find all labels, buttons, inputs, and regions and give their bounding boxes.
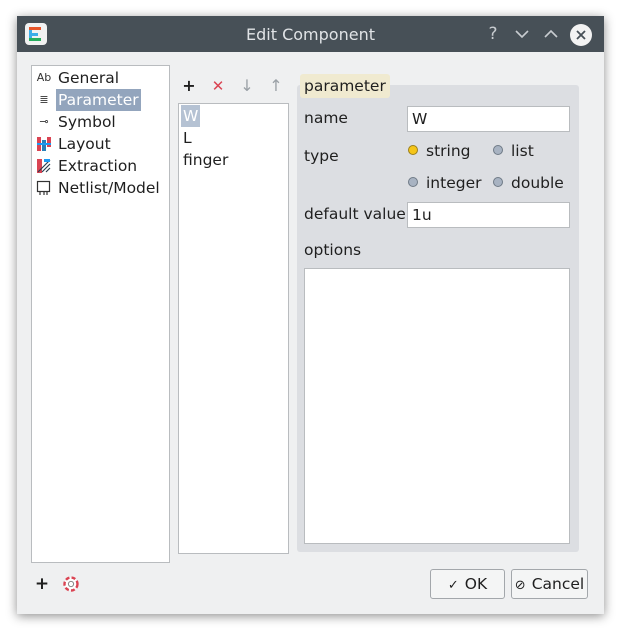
options-label: options	[304, 241, 362, 259]
name-label: name	[304, 109, 348, 127]
extraction-icon	[36, 157, 52, 175]
radio-indicator	[408, 145, 418, 155]
close-icon[interactable]	[570, 24, 592, 46]
sidebar-item-label: Extraction	[58, 157, 138, 175]
sidebar-item-label: Netlist/Model	[58, 179, 160, 197]
help-icon[interactable]: ?	[481, 22, 505, 46]
remove-parameter-button[interactable]: ✕	[208, 75, 228, 97]
add-parameter-button[interactable]: +	[179, 75, 199, 97]
ok-button[interactable]: ✓ OK	[430, 569, 505, 599]
check-icon: ✓	[447, 578, 459, 593]
cancel-label: Cancel	[531, 575, 585, 593]
move-down-button[interactable]: ↓	[237, 75, 257, 97]
list-lines-icon: ≣	[39, 93, 49, 106]
radio-indicator	[493, 145, 503, 155]
cancel-icon: ⊘	[514, 578, 526, 593]
lifebuoy-icon[interactable]	[61, 573, 81, 595]
maximize-icon[interactable]	[539, 22, 563, 46]
options-textarea[interactable]	[304, 268, 570, 544]
category-list[interactable]: Ab General ≣ Parameter ⊸ Symbol Layout E…	[31, 65, 170, 563]
radio-label: double	[511, 174, 564, 192]
symbol-icon: ⊸	[39, 115, 49, 128]
sidebar-item-label: Parameter	[56, 89, 141, 111]
list-item[interactable]: finger	[181, 149, 230, 171]
default-value-label: default value	[304, 205, 406, 223]
title-bar[interactable]: Edit Component ?	[17, 16, 604, 52]
move-up-button[interactable]: ↑	[266, 75, 286, 97]
sidebar-item-label: Layout	[58, 135, 111, 153]
layout-icon	[36, 135, 52, 153]
ok-label: OK	[464, 575, 488, 593]
list-item[interactable]: W	[181, 105, 201, 127]
name-field[interactable]: W	[407, 106, 570, 132]
list-item[interactable]: L	[181, 127, 194, 149]
radio-label: list	[511, 142, 534, 160]
text-ab-icon: Ab	[36, 71, 52, 84]
sidebar-item-label: General	[58, 69, 120, 87]
radio-indicator	[493, 177, 503, 187]
parameter-group-title: parameter	[300, 74, 390, 98]
radio-label: string	[426, 142, 471, 160]
cancel-button[interactable]: ⊘ Cancel	[511, 569, 588, 599]
default-value-field[interactable]: 1u	[407, 202, 570, 228]
edit-component-dialog: Edit Component ? Ab General ≣ Parameter …	[17, 16, 604, 614]
netlist-icon	[36, 179, 52, 197]
add-icon[interactable]: +	[32, 573, 52, 595]
radio-indicator	[408, 177, 418, 187]
radio-label: integer	[426, 174, 482, 192]
type-label: type	[304, 147, 339, 165]
sidebar-item-label: Symbol	[58, 113, 116, 131]
minimize-icon[interactable]	[510, 22, 534, 46]
parameter-list[interactable]: W L finger	[178, 103, 289, 554]
